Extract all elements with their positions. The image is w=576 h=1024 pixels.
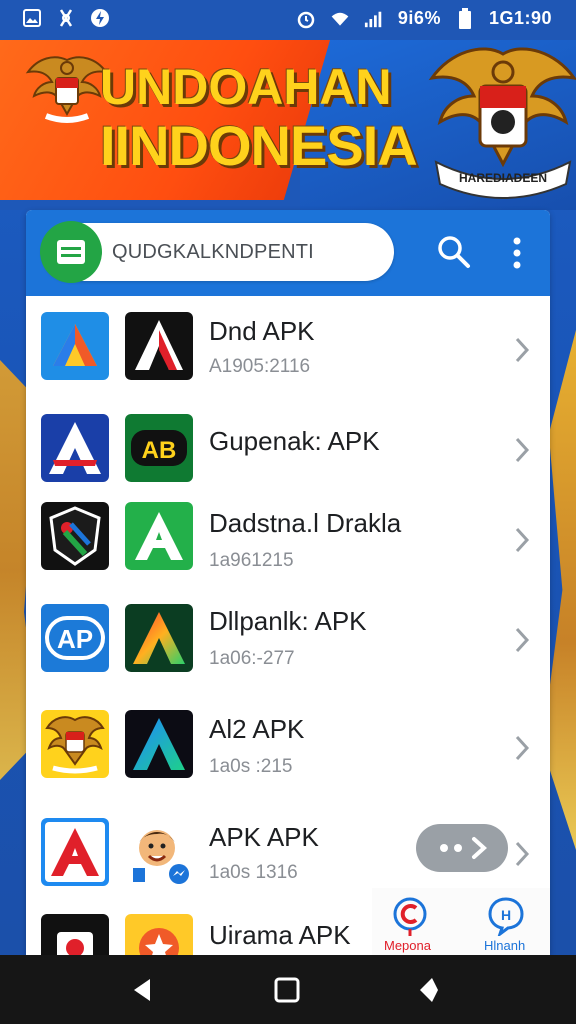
blue-a-icon	[125, 710, 193, 778]
emblem-ribbon-text: HAREDIADEEN	[459, 171, 547, 185]
chevron-right-icon[interactable]	[514, 436, 530, 464]
white-a-icon	[41, 414, 109, 482]
red-a-icon	[125, 312, 193, 380]
app-title: Dadstna.l Drakla	[209, 508, 402, 538]
chevron-right-icon[interactable]	[514, 626, 530, 654]
mepona-label[interactable]: Mepona	[384, 938, 431, 953]
gradient-a-icon	[125, 604, 193, 672]
image-icon	[22, 8, 42, 28]
chevron-right-icon[interactable]	[514, 840, 530, 868]
svg-text:AP: AP	[57, 624, 93, 654]
app-header: QUDGKALKNDPENTI	[26, 210, 550, 296]
more-vertical-icon[interactable]	[510, 236, 524, 270]
chat-more-button[interactable]	[416, 824, 508, 872]
triangle-logo-icon	[41, 312, 109, 380]
app-subtitle: 1a0s 1316	[209, 862, 298, 883]
list-item[interactable]: AB Gupenak: APK	[26, 406, 550, 496]
battery-percent: 9i6%	[397, 8, 441, 28]
status-bar: 9i6% 1G1:90	[0, 0, 576, 40]
menu-icon[interactable]	[40, 221, 102, 283]
app-subtitle: 1a961215	[209, 550, 294, 571]
app-title: Dllpanlk: APK	[209, 606, 367, 636]
wifi-icon	[330, 9, 350, 29]
list-item[interactable]: Dnd APK A1905:2116	[26, 298, 550, 408]
list-item[interactable]: AP Dllpanlk: APK 1a06:-277	[26, 586, 550, 696]
app-title: Dnd APK	[209, 316, 315, 346]
hero-banner: UNDOAHAN IINDONESIA HAREDIADEEN	[0, 40, 576, 210]
chevron-right-icon[interactable]	[514, 734, 530, 762]
hlnanh-icon[interactable]: H	[486, 896, 526, 939]
green-a-icon	[125, 502, 193, 570]
svg-text:H: H	[501, 907, 511, 923]
home-icon[interactable]	[272, 975, 302, 1005]
clock: 1G1:90	[488, 8, 552, 28]
garuda-large-emblem-icon: HAREDIADEEN	[428, 44, 576, 204]
ap-logo-icon: AP	[41, 604, 109, 672]
star-icon	[125, 914, 193, 955]
garuda-emblem-icon	[24, 52, 110, 128]
app-title: Al2 APK	[209, 714, 305, 744]
back-icon[interactable]	[128, 975, 158, 1005]
banner-title-line1: UNDOAHAN	[100, 59, 392, 115]
search-input[interactable]: QUDGKALKNDPENTI	[112, 241, 314, 264]
search-bar[interactable]: QUDGKALKNDPENTI	[40, 221, 394, 283]
banner-title-line2: IINDONESIA	[100, 114, 418, 177]
red-a-icon	[41, 818, 109, 886]
app-list-panel: QUDGKALKNDPENTI Dnd APK A1905:2116 AB Gu…	[26, 210, 550, 955]
list-item[interactable]: Dadstna.l Drakla 1a961215	[26, 494, 550, 588]
recents-icon[interactable]	[414, 975, 444, 1005]
app-title: APK APK	[209, 822, 319, 852]
alarm-icon	[296, 9, 316, 29]
app-title: Uirama APK	[209, 920, 351, 950]
hlnanh-label[interactable]: Hlnanh	[484, 938, 525, 953]
bottom-shortcuts: Mepona H Hlnanh	[372, 888, 550, 955]
chevron-right-icon[interactable]	[514, 526, 530, 554]
data-icon	[90, 8, 110, 28]
svg-text:AB: AB	[142, 437, 177, 464]
cartoon-avatar-icon	[125, 818, 193, 886]
ab-green-icon: AB	[125, 414, 193, 482]
system-nav-bar	[0, 955, 576, 1024]
app-subtitle: 1a06:-277	[209, 648, 295, 669]
search-icon[interactable]	[436, 234, 472, 270]
garuda-icon	[41, 710, 109, 778]
usb-icon	[56, 8, 76, 28]
app-title: Gupenak: APK	[209, 426, 380, 456]
app-subtitle: 1a0s :215	[209, 756, 293, 777]
mepona-icon[interactable]	[390, 896, 430, 936]
chevron-right-icon[interactable]	[514, 336, 530, 364]
list-item[interactable]: Al2 APK 1a0s :215	[26, 694, 550, 804]
signal-icon	[364, 9, 384, 29]
banner-title: UNDOAHAN IINDONESIA	[100, 62, 440, 174]
battery-icon	[455, 7, 475, 29]
shield-logo-icon	[41, 502, 109, 570]
app-subtitle: A1905:2116	[209, 356, 311, 377]
camera-icon	[41, 914, 109, 955]
